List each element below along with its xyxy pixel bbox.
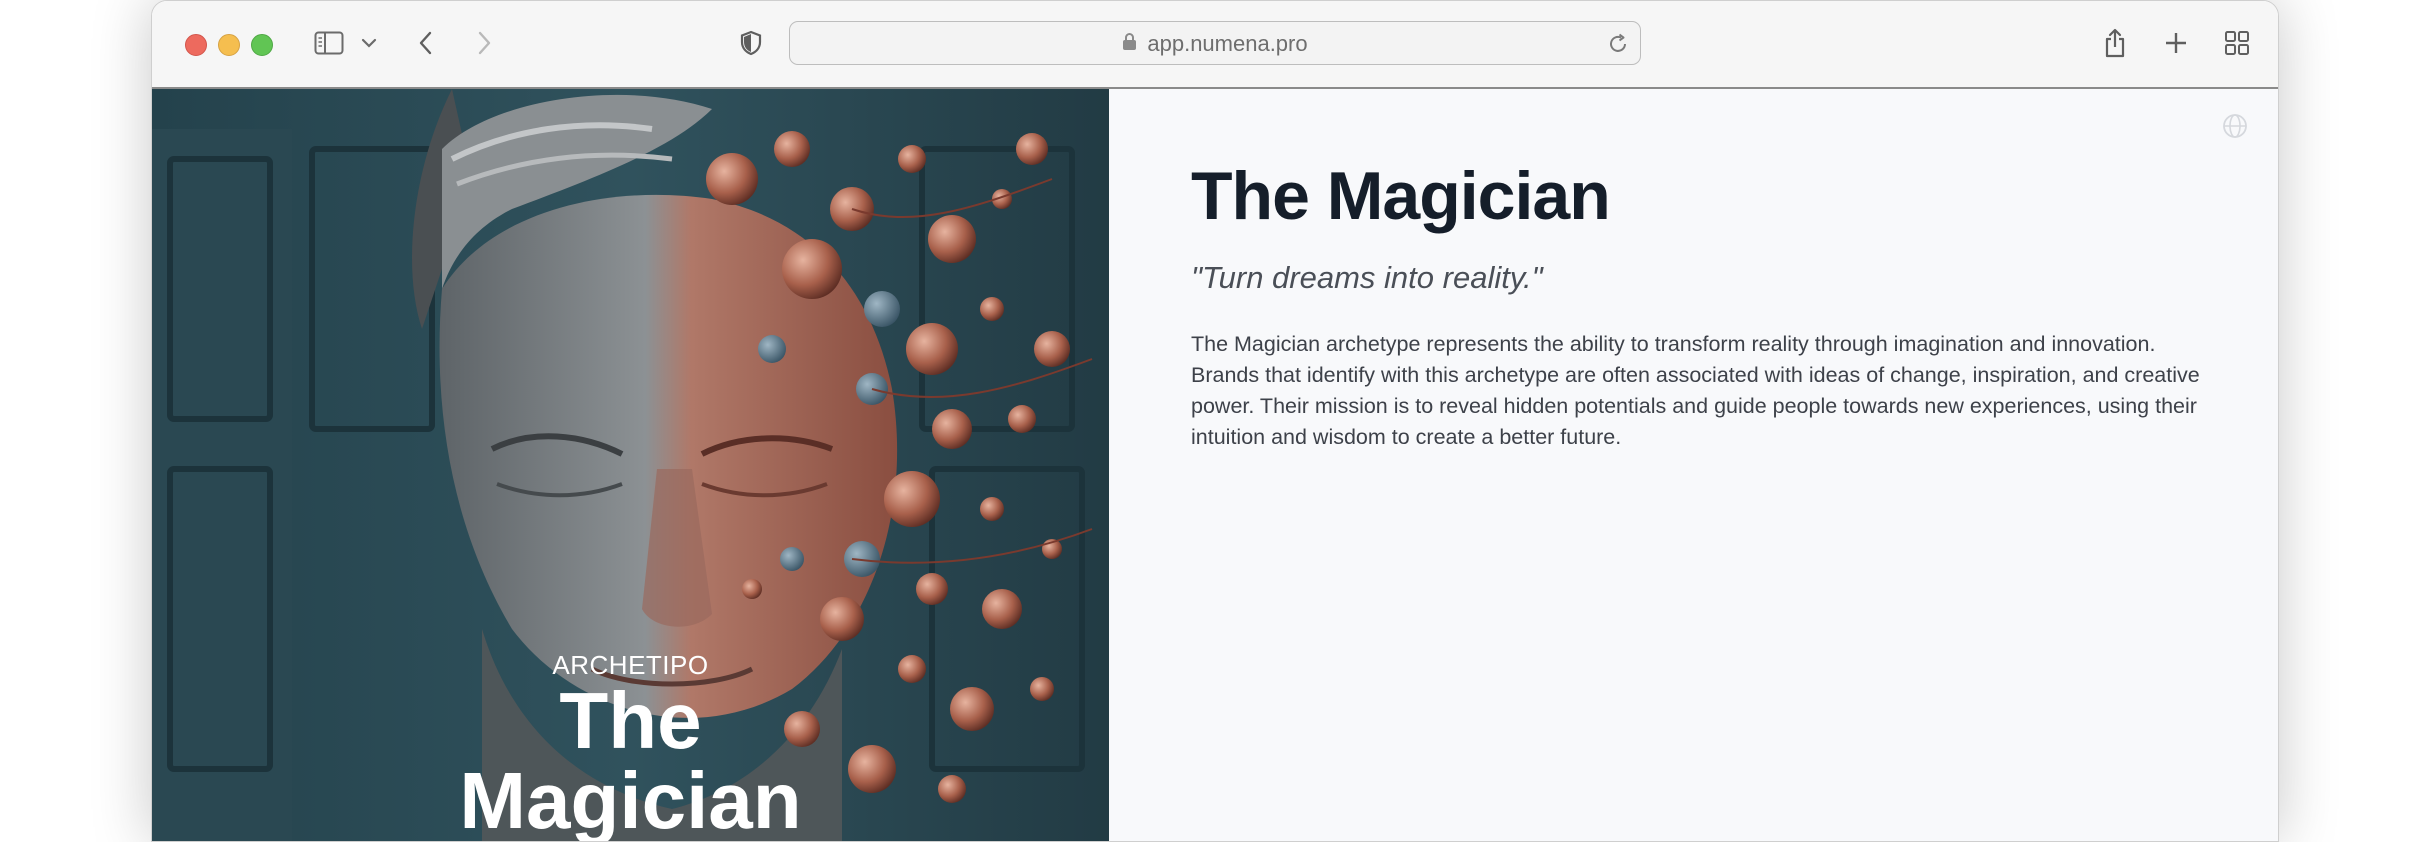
minimize-window-button[interactable] [218, 34, 240, 56]
hero-title-line1: The [559, 676, 702, 765]
back-arrow-icon[interactable] [416, 23, 436, 63]
shield-icon[interactable] [738, 23, 764, 63]
archetype-title: The Magician [1191, 158, 1611, 234]
address-bar[interactable]: app.numena.pro [789, 21, 1641, 65]
url-text: app.numena.pro [1147, 31, 1308, 56]
page-content: ARCHETIPO The Magician The Magician "Tur… [152, 89, 2278, 841]
lock-icon [1122, 31, 1137, 57]
sidebar-icon[interactable] [312, 23, 346, 63]
close-window-button[interactable] [185, 34, 207, 56]
hero-title-line2: Magician [459, 756, 802, 841]
share-icon[interactable] [2100, 23, 2130, 63]
plus-icon[interactable] [2161, 23, 2191, 63]
browser-window: app.numena.pro ARCHETIPO The Magician Th… [151, 0, 2279, 842]
hero-image: ARCHETIPO The Magician [152, 89, 1109, 841]
chevron-down-icon[interactable] [359, 23, 379, 63]
archetype-description: The Magician archetype represents the ab… [1191, 332, 2200, 449]
globe-icon[interactable] [2222, 113, 2248, 139]
zoom-window-button[interactable] [251, 34, 273, 56]
tab-overview-icon[interactable] [2222, 23, 2252, 63]
archetype-motto: "Turn dreams into reality." [1191, 260, 1543, 295]
hero-title: The Magician [152, 681, 1109, 841]
forward-arrow-icon[interactable] [474, 23, 494, 63]
browser-toolbar: app.numena.pro [152, 1, 2278, 89]
reload-icon[interactable] [1606, 32, 1630, 56]
archetype-info-panel: The Magician "Turn dreams into reality."… [1109, 89, 2278, 841]
